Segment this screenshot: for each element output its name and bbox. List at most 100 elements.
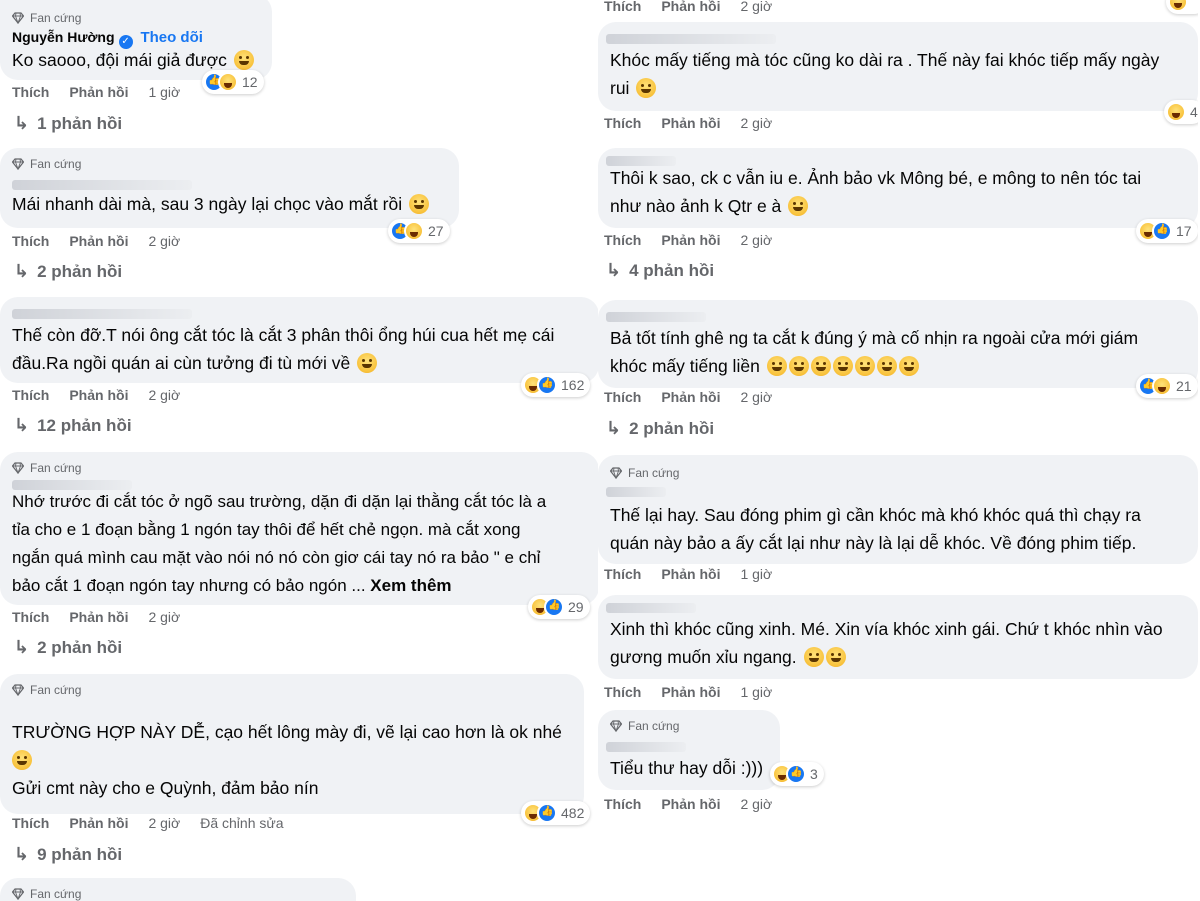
reaction-summary[interactable]: 162: [521, 373, 591, 397]
comment-time[interactable]: 1 giờ: [740, 684, 772, 700]
comment-time[interactable]: 2 giờ: [740, 115, 772, 131]
comment-text-content: Ko saooo, đội mái giả được: [12, 50, 227, 70]
comment-time[interactable]: 2 giờ: [148, 233, 180, 249]
fan-badge: Fan cứng: [12, 10, 260, 26]
comment-time[interactable]: 2 giờ: [740, 232, 772, 248]
fan-badge-label: Fan cứng: [30, 157, 82, 171]
diamond-icon: [12, 684, 24, 696]
reply-button[interactable]: Phản hồi: [661, 115, 720, 131]
reply-button[interactable]: Phản hồi: [69, 609, 128, 625]
reply-arrow-icon: ↳: [606, 418, 622, 438]
comment-time[interactable]: 2 giờ: [148, 609, 180, 625]
comment-time[interactable]: 2 giờ: [740, 796, 772, 812]
view-replies-link[interactable]: ↳ 2 phản hồi: [606, 418, 714, 439]
comment-bubble: Fan cứng Thế lại hay. Sau đóng phim gì c…: [598, 455, 1198, 564]
view-replies-link[interactable]: ↳ 2 phản hồi: [14, 261, 122, 282]
comment-time[interactable]: 2 giờ: [740, 389, 772, 405]
rofl-emoji-icon: [898, 356, 919, 376]
smiling-hearts-emoji-icon: [233, 50, 254, 70]
reply-button[interactable]: Phản hồi: [69, 815, 128, 831]
reaction-summary[interactable]: [1166, 0, 1198, 14]
like-button[interactable]: Thích: [12, 815, 49, 831]
fan-badge: Fan cứng: [610, 718, 768, 734]
comment-actions: Thích Phản hồi 2 giờ: [604, 389, 792, 405]
reaction-summary[interactable]: 3: [770, 762, 824, 786]
see-more-link[interactable]: Xem thêm: [370, 576, 451, 595]
comment-text-line: bảo cắt 1 đoạn ngón tay nhưng có bảo ngó…: [12, 576, 366, 595]
comment-text: Mái nhanh dài mà, sau 3 ngày lại chọc và…: [12, 190, 447, 218]
reply-button[interactable]: Phản hồi: [69, 387, 128, 403]
comment-actions: Thích Phản hồi 1 giờ: [12, 84, 200, 100]
comment-text-line-wrapper: đầu.Ra ngồi quán ai cùn tưởng đi tù mới …: [12, 349, 587, 377]
reaction-summary[interactable]: 29: [528, 595, 590, 619]
like-reaction-icon: [537, 375, 557, 395]
like-button[interactable]: Thích: [604, 684, 641, 700]
comment-time[interactable]: 2 giờ: [148, 387, 180, 403]
comment-actions: Thích Phản hồi 2 giờ: [604, 232, 792, 248]
comment-text-line: đầu.Ra ngồi quán ai cùn tưởng đi tù mới …: [12, 353, 351, 373]
reply-button[interactable]: Phản hồi: [661, 796, 720, 812]
like-button[interactable]: Thích: [12, 84, 49, 100]
comment-time[interactable]: 2 giờ: [148, 815, 180, 831]
comment-author[interactable]: Nguyễn Hường ✓ Theo dõi: [12, 28, 260, 49]
reaction-summary[interactable]: 27: [388, 219, 450, 243]
fan-badge-label: Fan cứng: [628, 719, 680, 733]
reaction-summary[interactable]: 12: [202, 70, 264, 94]
replies-count: 4 phản hồi: [629, 260, 715, 280]
like-button[interactable]: Thích: [604, 0, 641, 14]
like-button[interactable]: Thích: [604, 566, 641, 582]
reply-button[interactable]: Phản hồi: [661, 0, 720, 14]
reaction-summary[interactable]: 21: [1136, 374, 1198, 398]
grinning-emoji-icon: [408, 194, 429, 214]
view-replies-link[interactable]: ↳ 1 phản hồi: [14, 113, 122, 134]
fan-badge: Fan cứng: [610, 465, 1186, 481]
redacted-author-name: [606, 312, 706, 322]
view-replies-link[interactable]: ↳ 2 phản hồi: [14, 637, 122, 658]
like-button[interactable]: Thích: [604, 232, 641, 248]
comment-time[interactable]: 1 giờ: [740, 566, 772, 582]
comment-text: Xinh thì khóc cũng xinh. Mé. Xin vía khó…: [610, 615, 1186, 671]
reply-button[interactable]: Phản hồi: [661, 389, 720, 405]
view-replies-link[interactable]: ↳ 12 phản hồi: [14, 415, 132, 436]
comment-text-line-wrapper: rui: [610, 74, 1186, 102]
view-replies-link[interactable]: ↳ 9 phản hồi: [14, 844, 122, 865]
like-button[interactable]: Thích: [12, 233, 49, 249]
comment-actions: Thích Phản hồi 1 giờ: [604, 566, 792, 582]
author-name[interactable]: Nguyễn Hường: [12, 29, 115, 45]
comment-text-line: Gửi cmt này cho e Quỳnh, đảm bảo nín: [12, 778, 319, 798]
comment-bubble: Thôi k sao, ck c vẫn iu e. Ảnh bảo vk Mô…: [598, 148, 1198, 228]
like-button[interactable]: Thích: [604, 389, 641, 405]
like-button[interactable]: Thích: [604, 115, 641, 131]
comment-emoji-line: [12, 746, 572, 774]
comment-text: Tiểu thư hay dỗi :))): [610, 754, 768, 782]
like-button[interactable]: Thích: [12, 387, 49, 403]
comment-text-line: Tiểu thư hay dỗi :))): [610, 758, 764, 778]
reply-button[interactable]: Phản hồi: [69, 84, 128, 100]
reply-button[interactable]: Phản hồi: [661, 232, 720, 248]
comment-text-line: khóc mấy tiếng liền: [610, 356, 760, 376]
redacted-author-name: [606, 742, 686, 752]
comment-time[interactable]: 2 giờ: [740, 0, 772, 14]
reply-button[interactable]: Phản hồi: [661, 566, 720, 582]
smiling-emoji-icon: [788, 196, 809, 216]
comment-bubble: Xinh thì khóc cũng xinh. Mé. Xin vía khó…: [598, 595, 1198, 679]
reply-button[interactable]: Phản hồi: [69, 233, 128, 249]
comment-text-line: TRƯỜNG HỢP NÀY DỄ, cạo hết lông mày đi, …: [12, 722, 562, 742]
reaction-summary[interactable]: 482: [521, 801, 591, 825]
like-button[interactable]: Thích: [604, 796, 641, 812]
haha-reaction-icon: [1152, 376, 1172, 396]
reply-button[interactable]: Phản hồi: [661, 684, 720, 700]
comment-column-right: Thích Phản hồi 2 giờ Khóc mấy tiếng mà t…: [598, 0, 1198, 901]
follow-link[interactable]: Theo dõi: [140, 29, 203, 46]
like-button[interactable]: Thích: [12, 609, 49, 625]
comment-time[interactable]: 1 giờ: [148, 84, 180, 100]
comment-text-line: gương muốn xỉu ngang.: [610, 647, 797, 667]
redacted-author-name: [606, 487, 666, 497]
redacted-author-name: [606, 34, 776, 44]
reply-arrow-icon: ↳: [14, 261, 30, 281]
reaction-summary[interactable]: 17: [1136, 219, 1198, 243]
expressionless-emoji-icon: [357, 353, 378, 373]
ok-hand-emoji-icon: [12, 750, 32, 770]
reaction-summary[interactable]: 4: [1164, 100, 1198, 124]
view-replies-link[interactable]: ↳ 4 phản hồi: [606, 260, 714, 281]
